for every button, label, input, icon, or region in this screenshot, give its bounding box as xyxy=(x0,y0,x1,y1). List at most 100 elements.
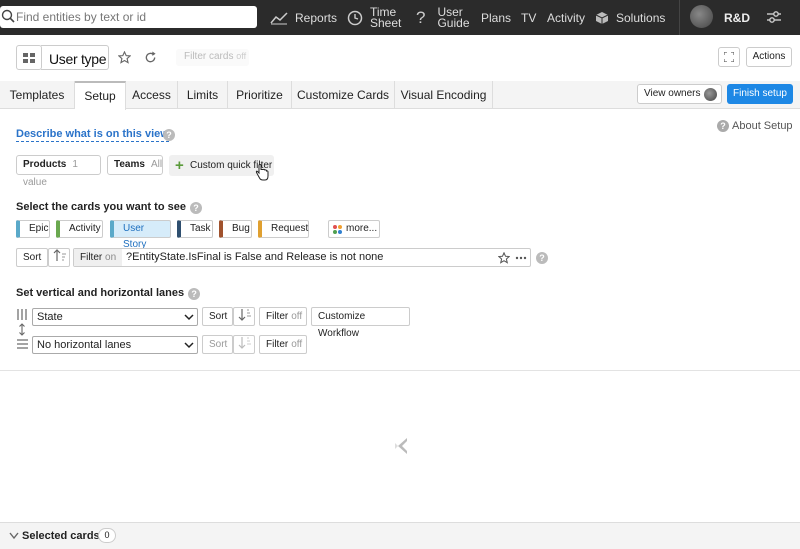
card-type-task[interactable]: Task xyxy=(177,220,213,238)
nav-plans[interactable]: Plans xyxy=(481,0,511,35)
horizontal-filter-button[interactable]: Filter off xyxy=(259,335,307,354)
nav-activity[interactable]: Activity xyxy=(547,0,585,35)
card-type-request[interactable]: Request xyxy=(258,220,309,238)
sort-desc-icon xyxy=(238,309,251,321)
filter-label: Filter xyxy=(266,311,289,322)
vertical-sort-direction-button[interactable] xyxy=(233,307,255,326)
sort-direction-button[interactable] xyxy=(48,248,70,267)
help-icon[interactable]: ? xyxy=(189,202,202,214)
nav-reports-label: Reports xyxy=(295,10,338,25)
nav-time-sheet[interactable]: Time Sheet xyxy=(347,0,401,35)
more-label: more... xyxy=(346,223,378,234)
fullscreen-button[interactable] xyxy=(718,47,740,67)
lanes-section-label: Set vertical and horizontal lanes xyxy=(16,287,185,299)
card-types-icon xyxy=(333,225,342,234)
view-header: User type Filter cards off Actions xyxy=(0,35,800,81)
selected-cards-panel[interactable]: Selected cards 0 xyxy=(0,522,800,549)
help-icon[interactable]: ? xyxy=(188,288,201,300)
search-input[interactable] xyxy=(16,8,251,26)
filter-state: on xyxy=(105,252,117,263)
nav-plans-label: Plans xyxy=(481,10,512,25)
quick-filter-products[interactable]: Products 1 value xyxy=(16,155,101,188)
horizontal-lane-select[interactable]: No horizontal lanes xyxy=(32,336,198,354)
tab-visual-encoding[interactable]: Visual Encoding xyxy=(395,81,493,109)
nav-guide-label-2: Guide xyxy=(437,15,470,30)
team-name[interactable]: R&D xyxy=(724,11,750,25)
about-help-icon: ? xyxy=(717,120,729,132)
finish-setup-button[interactable]: Finish setup xyxy=(727,84,793,104)
customize-workflow-button[interactable]: Customize Workflow xyxy=(311,307,410,339)
avatar[interactable] xyxy=(690,5,713,28)
tab-customize-cards[interactable]: Customize Cards xyxy=(292,81,395,109)
lanes-section-title: Set vertical and horizontal lanes? xyxy=(16,287,201,300)
filter-state: off xyxy=(291,311,303,322)
nav-time-label-2: Sheet xyxy=(370,15,402,30)
tab-limits[interactable]: Limits xyxy=(178,81,228,109)
quick-filter-teams[interactable]: Teams All xyxy=(107,155,163,175)
search-box[interactable] xyxy=(0,6,257,28)
nav-solutions-label: Solutions xyxy=(616,10,666,25)
nav-reports[interactable]: Reports xyxy=(270,0,337,35)
star-icon[interactable] xyxy=(498,252,510,264)
board-grid-icon xyxy=(23,52,35,63)
selected-cards-count: 0 xyxy=(98,528,116,543)
nav-tv-label: TV xyxy=(521,10,537,25)
card-type-user-story[interactable]: User Story xyxy=(110,220,171,250)
settings-sliders-icon[interactable] xyxy=(766,9,782,25)
search-icon xyxy=(1,9,15,23)
top-bar: Reports TimeSheet ? UserGuide Plans TV A… xyxy=(0,0,800,35)
view-owners-button[interactable]: View owners xyxy=(637,84,722,104)
hand-cursor-icon xyxy=(255,164,269,181)
about-setup-link[interactable]: ? About Setup xyxy=(717,120,793,132)
filter-label: Filter xyxy=(266,339,289,350)
filter-cards-field[interactable]: Filter cards off xyxy=(176,49,249,66)
horizontal-sort-button[interactable]: Sort xyxy=(202,335,233,354)
refresh-icon[interactable] xyxy=(144,51,157,64)
card-filter-field[interactable]: Filter on ?EntityState.IsFinal is False … xyxy=(73,248,531,267)
tab-templates[interactable]: Templates xyxy=(0,81,75,109)
help-icon[interactable]: ? xyxy=(536,252,548,264)
more-options-icon[interactable] xyxy=(515,256,527,260)
tab-setup[interactable]: Setup xyxy=(75,81,126,110)
vertical-filter-button[interactable]: Filter off xyxy=(259,307,307,326)
tab-prioritize[interactable]: Prioritize xyxy=(228,81,292,109)
quick-filter-value: All xyxy=(150,159,163,170)
actions-button[interactable]: Actions xyxy=(746,47,792,67)
section-divider xyxy=(0,370,800,371)
filter-toggle[interactable]: Filter on xyxy=(74,249,122,266)
view-type-button[interactable] xyxy=(16,45,42,70)
vertical-lanes-icon xyxy=(17,309,27,320)
nav-user-guide[interactable]: ? User Guide xyxy=(416,0,470,35)
card-type-epic[interactable]: Epic xyxy=(16,220,50,238)
view-name-field[interactable]: User type xyxy=(41,45,109,70)
describe-view-link[interactable]: Describe what is on this view xyxy=(16,128,169,142)
clock-icon xyxy=(347,10,363,25)
vertical-lane-value: State xyxy=(37,311,63,323)
more-card-types-button[interactable]: more... xyxy=(328,220,380,238)
help-icon[interactable]: ? xyxy=(163,129,175,141)
card-type-bug[interactable]: Bug xyxy=(219,220,252,238)
quick-filter-label: Teams xyxy=(114,159,145,170)
filter-label: Filter xyxy=(80,252,103,263)
about-setup-label: About Setup xyxy=(732,120,793,132)
sort-button[interactable]: Sort xyxy=(16,248,48,267)
vertical-sort-button[interactable]: Sort xyxy=(202,307,233,326)
filter-cards-state: off xyxy=(236,51,247,61)
nav-activity-label: Activity xyxy=(547,10,586,25)
star-icon[interactable] xyxy=(118,51,131,64)
horizontal-sort-direction-button[interactable] xyxy=(233,335,255,354)
plus-icon: + xyxy=(175,157,184,174)
swap-lanes-icon[interactable] xyxy=(18,323,26,336)
chevron-down-icon xyxy=(184,314,194,321)
sort-asc-icon xyxy=(53,249,66,261)
filter-expression[interactable]: ?EntityState.IsFinal is False and Releas… xyxy=(126,251,383,263)
card-type-activity[interactable]: Activity xyxy=(56,220,103,238)
loading-spinner-icon xyxy=(395,438,407,454)
tab-access[interactable]: Access xyxy=(126,81,178,109)
filter-cards-label: Filter cards xyxy=(184,51,234,62)
sort-desc-icon xyxy=(238,337,251,349)
vertical-lane-select[interactable]: State xyxy=(32,308,198,326)
chevron-down-icon[interactable] xyxy=(9,532,19,540)
nav-solutions[interactable]: Solutions xyxy=(595,0,665,35)
nav-tv[interactable]: TV xyxy=(521,0,536,35)
